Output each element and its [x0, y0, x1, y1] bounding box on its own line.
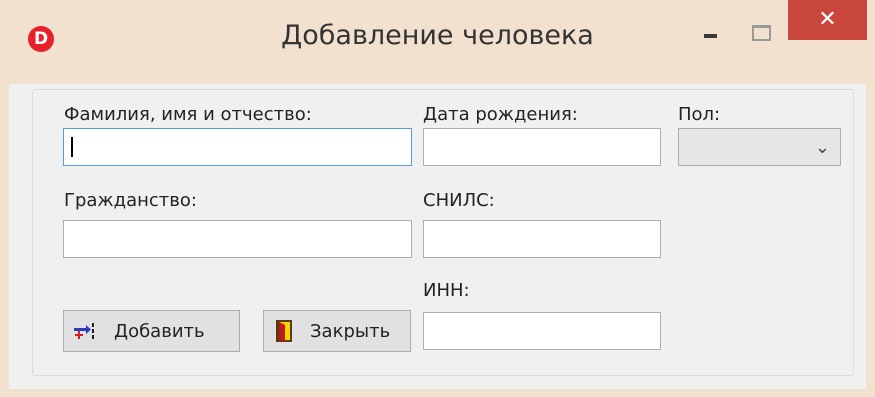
title-bar[interactable]: D Добавление человека ✕ — [0, 0, 875, 84]
gender-label: Пол: — [678, 104, 721, 125]
full-name-field[interactable] — [63, 128, 412, 166]
exit-door-icon — [276, 320, 292, 342]
close-icon: ✕ — [818, 7, 837, 32]
chevron-down-icon: ⌄ — [814, 137, 830, 158]
window-close-button[interactable]: ✕ — [788, 0, 867, 40]
snils-field[interactable] — [423, 220, 661, 258]
person-form-group: Фамилия, имя и отчество: Дата рождения: … — [32, 89, 854, 376]
snils-input[interactable] — [424, 221, 660, 257]
dialog-window: D Добавление человека ✕ Фамилия, имя и о… — [0, 0, 875, 397]
inn-label: ИНН: — [423, 280, 470, 301]
text-caret — [71, 137, 73, 157]
inn-input[interactable] — [424, 313, 660, 349]
snils-label: СНИЛС: — [423, 190, 495, 211]
full-name-label: Фамилия, имя и отчество: — [64, 104, 312, 125]
minimize-icon — [704, 34, 717, 38]
dialog-client-area: Фамилия, имя и отчество: Дата рождения: … — [9, 84, 866, 389]
birth-date-label: Дата рождения: — [423, 104, 578, 125]
birth-date-field[interactable] — [423, 128, 661, 166]
minimize-button[interactable] — [696, 18, 730, 52]
gender-select[interactable]: ⌄ — [678, 128, 841, 166]
close-button[interactable]: Закрыть — [263, 310, 411, 352]
inn-field[interactable] — [423, 312, 661, 350]
add-button[interactable]: Добавить — [63, 310, 240, 352]
birth-date-input[interactable] — [424, 129, 660, 165]
maximize-button[interactable] — [744, 18, 778, 52]
add-person-icon — [74, 323, 94, 339]
citizenship-field[interactable] — [63, 220, 412, 258]
add-button-label: Добавить — [114, 321, 205, 342]
maximize-icon — [752, 25, 771, 41]
citizenship-input[interactable] — [64, 221, 411, 257]
full-name-input[interactable] — [64, 129, 411, 165]
close-button-label: Закрыть — [310, 321, 391, 342]
citizenship-label: Гражданство: — [64, 190, 197, 211]
